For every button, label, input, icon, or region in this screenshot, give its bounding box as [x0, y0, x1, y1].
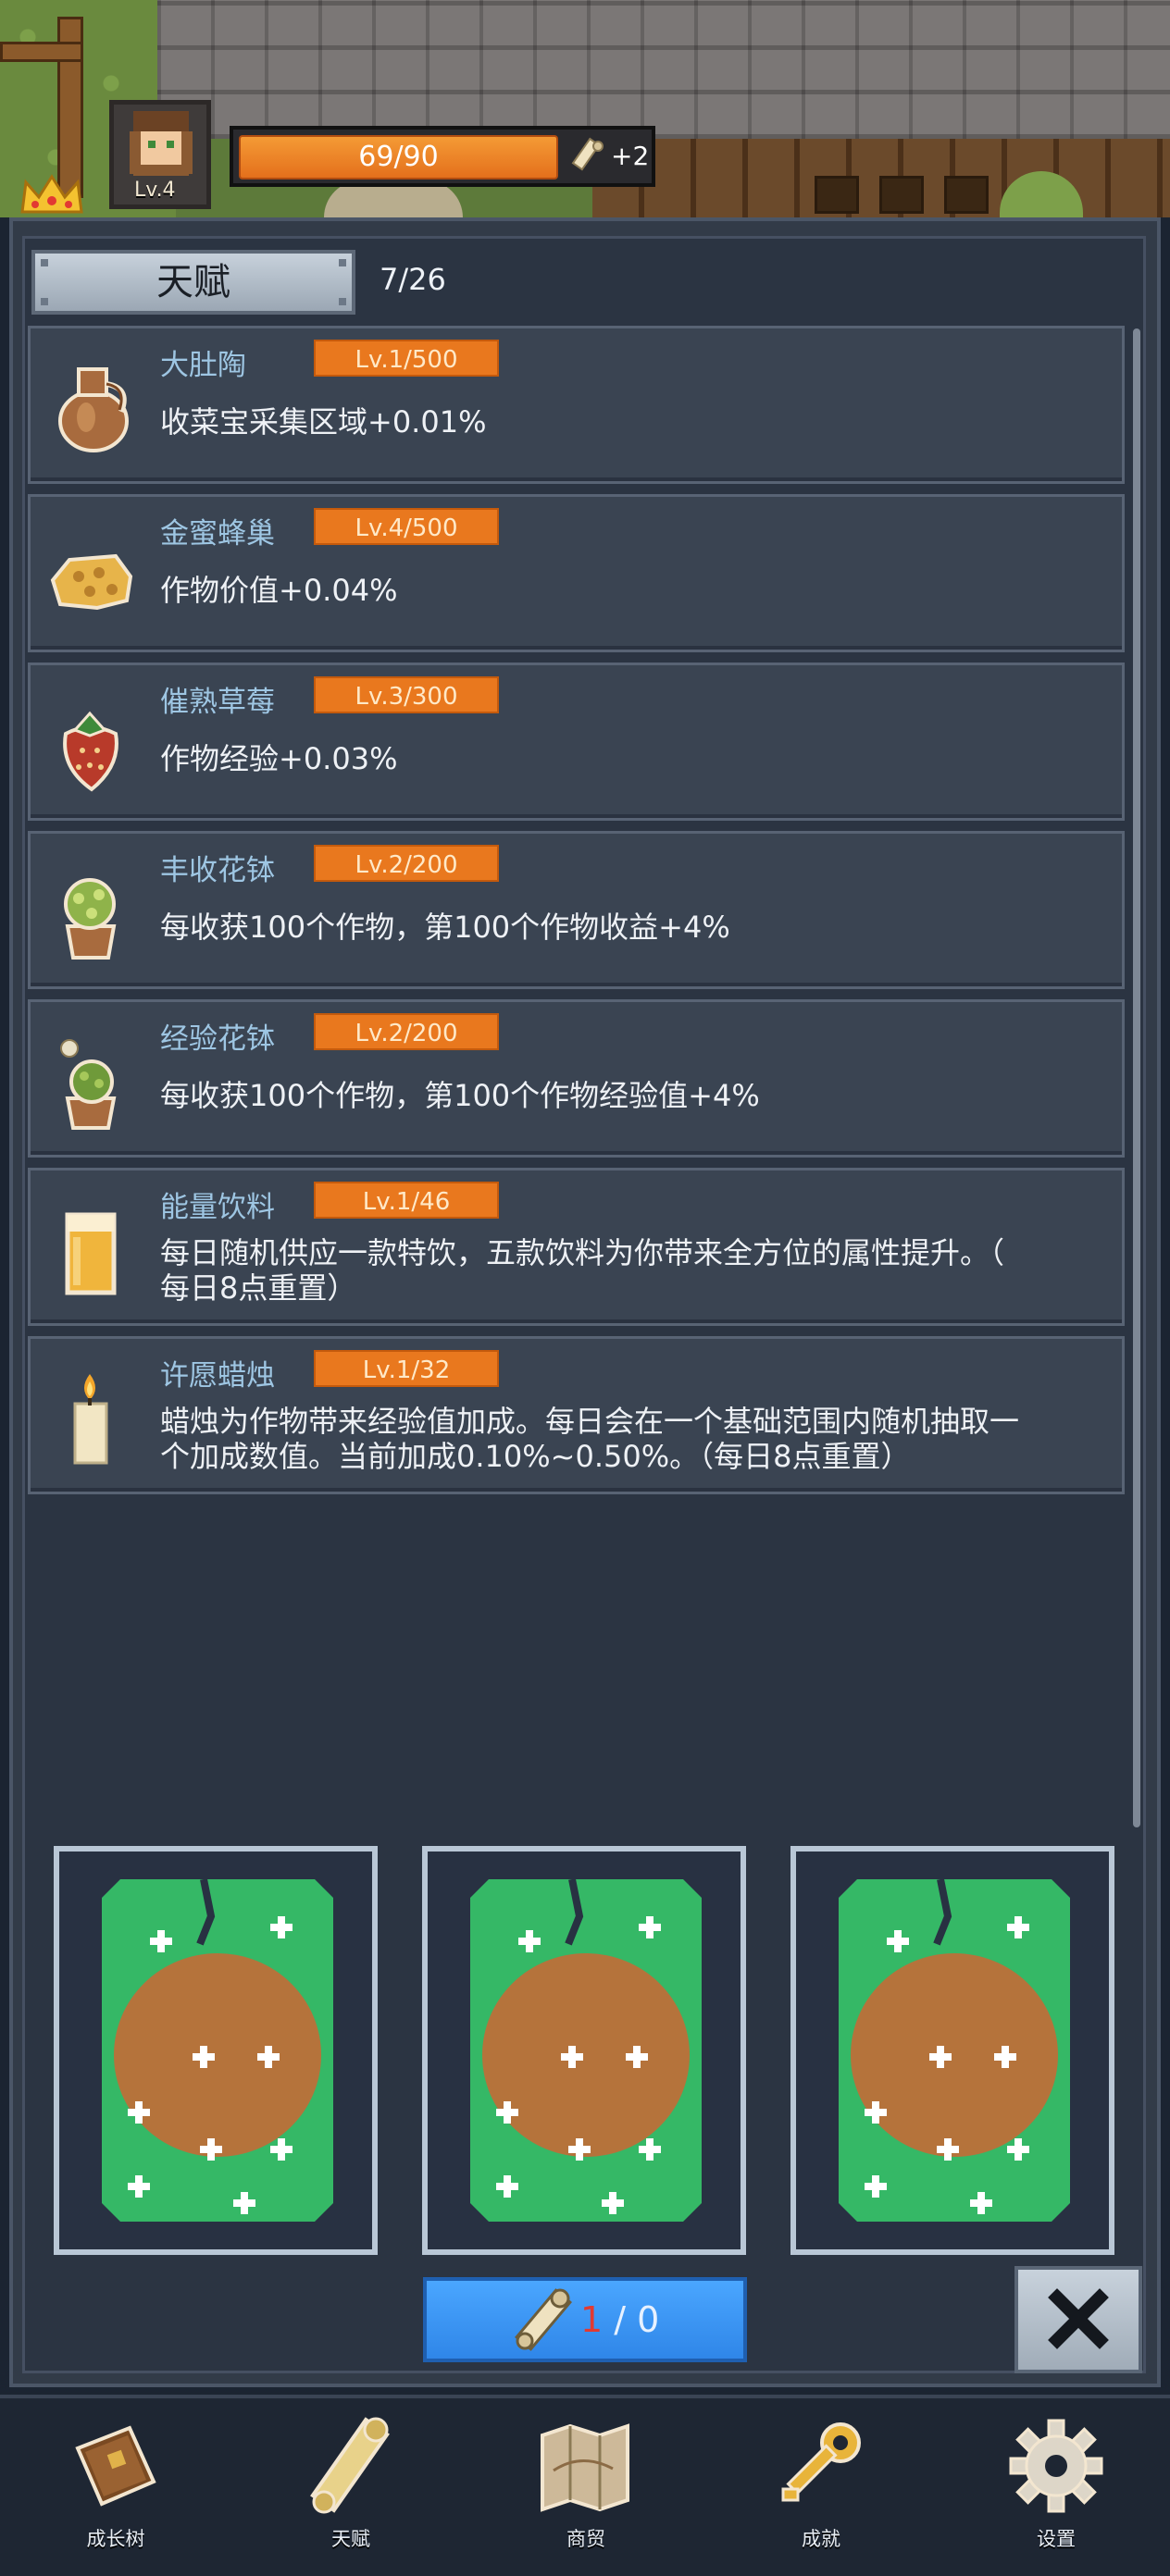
beer-mug-icon	[65, 1212, 117, 1295]
scrollbar[interactable]	[1133, 328, 1140, 1827]
player-level: Lv.4	[134, 179, 176, 202]
house-roof	[157, 0, 1170, 139]
hp-text: 69/90	[358, 141, 439, 173]
talent-description: 蜡烛为作物带来经验值加成。每日会在一个基础范围内随机抽取一 个加成数值。当前加成…	[160, 1404, 1020, 1474]
scroll-icon	[310, 2417, 390, 2514]
talent-list: 大肚陶 Lv.1/500 收菜宝采集区域+0.01% 金蜜蜂巢 Lv.4/500…	[28, 326, 1125, 1505]
close-icon	[1048, 2288, 1109, 2349]
map-icon	[541, 2423, 629, 2512]
scroll-icon	[571, 137, 604, 171]
nav-settings[interactable]: 设置	[996, 2415, 1116, 2563]
talent-name: 大肚陶	[160, 349, 246, 382]
talent-description: 作物价值+0.04%	[160, 573, 398, 608]
clay-jug-icon	[58, 367, 129, 452]
talent-name: 催熟草莓	[160, 686, 275, 719]
card-back-art	[102, 1879, 333, 2222]
strawberry-icon	[63, 711, 118, 792]
honeycomb-icon	[50, 553, 133, 611]
talent-name: 能量饮料	[160, 1191, 275, 1224]
talent-item[interactable]: 催熟草莓 Lv.3/300 作物经验+0.03%	[28, 663, 1125, 821]
talent-description: 每收获100个作物，第100个作物收益+4%	[160, 910, 730, 945]
nav-achievement[interactable]: 成就	[761, 2415, 881, 2563]
talent-name: 经验花钵	[160, 1022, 275, 1056]
talent-name: 许愿蜡烛	[160, 1359, 275, 1393]
crown-icon	[20, 174, 83, 214]
card-back-art	[470, 1879, 702, 2222]
card-back-art	[839, 1879, 1070, 2222]
talent-level-badge: Lv.4/500	[314, 508, 499, 545]
nav-growth-tree[interactable]: 成长树	[56, 2415, 176, 2563]
talent-item[interactable]: 能量饮料 Lv.1/46 每日随机供应一款特饮，五款饮料为你带来全方位的属性提升…	[28, 1168, 1125, 1326]
close-button[interactable]	[1014, 2266, 1142, 2373]
talent-count: 7/26	[380, 262, 446, 297]
talent-description: 作物经验+0.03%	[160, 741, 398, 776]
talent-item[interactable]: 大肚陶 Lv.1/500 收菜宝采集区域+0.01%	[28, 326, 1125, 484]
talent-name: 金蜜蜂巢	[160, 517, 275, 551]
talent-description: 收菜宝采集区域+0.01%	[160, 404, 487, 440]
nav-trade[interactable]: 商贸	[526, 2415, 646, 2563]
scroll-icon	[515, 2288, 572, 2351]
gear-icon	[1009, 2419, 1103, 2513]
talent-description: 每收获100个作物，第100个作物经验值+4%	[160, 1078, 760, 1113]
flower-pot-icon	[64, 878, 117, 960]
talent-card-back[interactable]	[54, 1846, 378, 2255]
flower-pot-sparkle-icon	[60, 1039, 117, 1130]
talent-level-badge: Lv.1/32	[314, 1350, 499, 1387]
draw-count: 1 / 0	[580, 2299, 660, 2340]
talent-item[interactable]: 许愿蜡烛 Lv.1/32 蜡烛为作物带来经验值加成。每日会在一个基础范围内随机抽…	[28, 1336, 1125, 1494]
candle-icon	[73, 1374, 108, 1465]
key-icon	[781, 2422, 861, 2502]
talent-name: 丰收花钵	[160, 854, 275, 887]
book-icon	[75, 2425, 156, 2507]
avatar[interactable]	[117, 104, 205, 187]
talent-card-back[interactable]	[422, 1846, 746, 2255]
talent-level-badge: Lv.2/200	[314, 1013, 499, 1050]
nav-talent[interactable]: 天赋	[291, 2415, 411, 2563]
tab-talent[interactable]: 天赋	[31, 250, 355, 315]
talent-level-badge: Lv.1/500	[314, 340, 499, 377]
scroll-bonus: +2	[611, 141, 650, 171]
talent-level-badge: Lv.2/200	[314, 845, 499, 882]
talent-description: 每日随机供应一款特饮，五款饮料为你带来全方位的属性提升。（ 每日8点重置）	[160, 1235, 1005, 1306]
talent-item[interactable]: 金蜜蜂巢 Lv.4/500 作物价值+0.04%	[28, 494, 1125, 652]
talent-item[interactable]: 经验花钵 Lv.2/200 每收获100个作物，第100个作物经验值+4%	[28, 999, 1125, 1158]
talent-level-badge: Lv.1/46	[314, 1182, 499, 1219]
talent-level-badge: Lv.3/300	[314, 676, 499, 713]
talent-card-back[interactable]	[790, 1846, 1114, 2255]
talent-item[interactable]: 丰收花钵 Lv.2/200 每收获100个作物，第100个作物收益+4%	[28, 831, 1125, 989]
